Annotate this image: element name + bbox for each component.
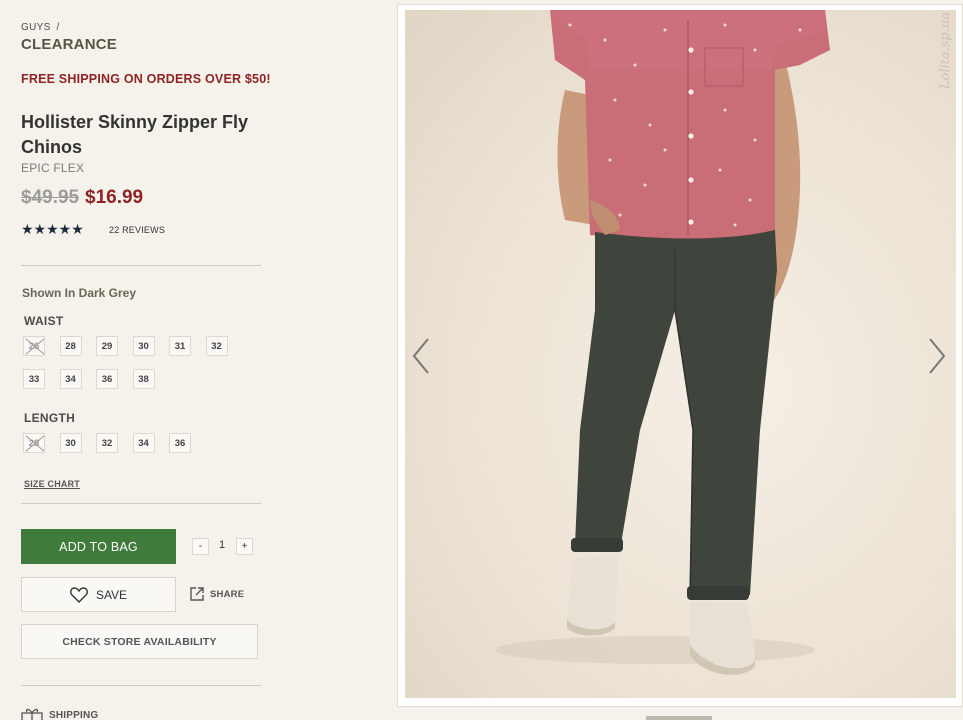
waist-size-option[interactable]: 38	[132, 369, 155, 389]
waist-size-option[interactable]: 31	[169, 336, 191, 356]
waist-size-option[interactable]: 36	[96, 369, 118, 389]
length-size-option[interactable]: 36	[169, 433, 191, 453]
add-to-bag-button[interactable]: ADD TO BAG	[21, 529, 176, 564]
breadcrumb-parent-link[interactable]: GUYS	[21, 22, 51, 33]
waist-size-option[interactable]: 30	[132, 336, 155, 356]
length-label: LENGTH	[24, 411, 76, 425]
sale-price: $16.99	[85, 187, 144, 208]
shipping-label: SHIPPING	[49, 709, 99, 720]
check-store-availability-button[interactable]: CHECK STORE AVAILABILITY	[21, 624, 258, 659]
shipping-section-toggle[interactable]: SHIPPING	[21, 708, 98, 720]
waist-size-option[interactable]: 28	[59, 336, 82, 356]
waist-size-option[interactable]: 33	[23, 369, 45, 389]
promo-banner: FREE SHIPPING ON ORDERS OVER $50!	[21, 72, 271, 86]
breadcrumb-current-link[interactable]: CLEARANCE	[21, 36, 117, 53]
gift-icon	[21, 708, 43, 720]
quantity-decrease-button[interactable]: -	[192, 538, 209, 555]
waist-size-option[interactable]: 34	[59, 369, 82, 389]
size-chart-link[interactable]: SIZE CHART	[24, 479, 80, 489]
watermark: Lolita.sp.ua	[938, 12, 953, 90]
share-icon	[190, 587, 204, 601]
reviews-link[interactable]: 22 REVIEWS	[109, 225, 165, 235]
length-size-option[interactable]: 28	[23, 433, 45, 453]
original-price: $49.95	[21, 187, 80, 208]
product-info-panel: GUYS / CLEARANCE FREE SHIPPING ON ORDERS …	[0, 0, 280, 720]
product-title: Hollister Skinny Zipper Fly Chinos	[21, 112, 249, 157]
length-size-option[interactable]: 32	[96, 433, 118, 453]
color-label: Shown In Dark Grey	[22, 286, 137, 300]
gallery-scroll-indicator[interactable]	[646, 716, 712, 720]
product-subtitle: EPIC FLEX	[21, 161, 85, 175]
waist-size-option[interactable]: 32	[205, 336, 228, 356]
waist-size-option[interactable]: 26	[23, 336, 45, 356]
waist-size-option[interactable]: 29	[96, 336, 118, 356]
save-label: SAVE	[95, 587, 128, 602]
model-illustration	[495, 10, 830, 675]
share-label: SHARE	[210, 588, 245, 600]
next-image-arrow-icon[interactable]	[926, 337, 948, 375]
divider	[21, 265, 261, 266]
rating-stars[interactable]: ★★★★★	[21, 221, 84, 237]
share-button[interactable]: SHARE	[189, 586, 244, 602]
waist-label: WAIST	[24, 314, 64, 328]
divider	[21, 503, 261, 504]
divider	[21, 685, 261, 686]
quantity-increase-button[interactable]: +	[236, 538, 253, 555]
length-size-option[interactable]: 34	[132, 433, 155, 453]
previous-image-arrow-icon[interactable]	[410, 337, 432, 375]
length-size-option[interactable]: 30	[59, 433, 82, 453]
heart-icon	[70, 586, 88, 603]
save-button[interactable]: SAVE	[21, 577, 176, 612]
breadcrumb-separator: /	[56, 22, 60, 33]
quantity-value[interactable]: 1	[214, 539, 230, 551]
breadcrumb: GUYS /	[21, 22, 60, 33]
product-photo[interactable]	[405, 10, 956, 698]
